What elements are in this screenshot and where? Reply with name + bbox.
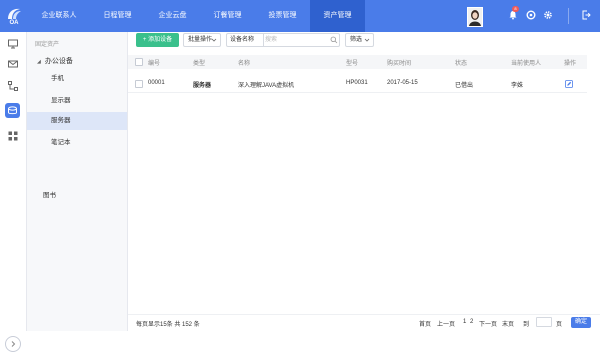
- cell-name: 深入理解JAVA虚拟机: [238, 83, 295, 89]
- asset-module-icon[interactable]: [5, 103, 20, 118]
- next-page-link[interactable]: 下一页: [479, 319, 497, 328]
- sidebar-item-books[interactable]: 图书: [43, 189, 56, 199]
- filter-dropdown[interactable]: 筛选: [345, 33, 374, 47]
- row-checkbox[interactable]: [135, 80, 143, 88]
- apps-grid-icon[interactable]: [7, 130, 19, 142]
- divider: [568, 8, 569, 24]
- column-header: 编号: [148, 61, 161, 67]
- edit-icon[interactable]: [565, 80, 573, 88]
- chevron-down-icon: [364, 38, 370, 42]
- page-size-info: 每页显示15条 共 152 条: [136, 322, 200, 328]
- column-header: 型号: [346, 61, 359, 67]
- cell-id: 00001: [148, 80, 165, 86]
- search-icon[interactable]: [330, 36, 338, 44]
- page-number-input[interactable]: [536, 317, 552, 327]
- column-header: 名称: [238, 61, 251, 67]
- table-header: 编号 类型 名称 型号 购买时间 状态 当前使用人 操作: [128, 55, 587, 69]
- page-2-link[interactable]: 2: [470, 319, 473, 325]
- column-header: 当前使用人: [511, 61, 542, 67]
- gear-icon[interactable]: [543, 10, 553, 20]
- nav-item-contacts[interactable]: 企业联系人: [28, 0, 90, 32]
- mail-icon[interactable]: [7, 58, 19, 70]
- sidebar-item-server[interactable]: 服务器: [27, 112, 127, 130]
- page-1-link[interactable]: 1: [463, 319, 466, 325]
- sidebar-item-monitor[interactable]: 显示器: [27, 92, 127, 110]
- expand-sidebar-button[interactable]: [5, 336, 21, 352]
- goto-label: 到: [523, 322, 530, 328]
- cell-purchase-date: 2017-05-15: [387, 80, 418, 86]
- nav-item-voting[interactable]: 投票管理: [255, 0, 310, 32]
- page-unit-label: 页: [556, 322, 563, 328]
- select-all-checkbox[interactable]: [135, 58, 143, 66]
- column-header: 状态: [455, 61, 468, 67]
- avatar-image: [468, 8, 482, 26]
- asset-category-sidebar: 固定资产 ◢ 办公设备 手机 显示器 服务器 笔记本 图书: [27, 32, 128, 331]
- app-logo[interactable]: OA: [0, 0, 28, 32]
- nav-item-meal-ordering[interactable]: 订餐管理: [200, 0, 255, 32]
- device-search: 设备名称: [226, 33, 340, 47]
- caret-down-icon: ◢: [37, 59, 41, 65]
- table-footer: 每页显示15条 共 152 条 首页 上一页 1 2 下一页 末页 到 页 确定: [128, 314, 600, 332]
- database-icon: [8, 106, 17, 115]
- column-header: 操作: [564, 61, 577, 67]
- column-header: 购买时间: [387, 61, 412, 67]
- nav-item-cloud-drive[interactable]: 企业云盘: [145, 0, 200, 32]
- divider: [263, 34, 264, 46]
- prev-page-link[interactable]: 上一页: [437, 319, 455, 328]
- last-page-link[interactable]: 末页: [502, 319, 514, 328]
- avatar[interactable]: [467, 7, 483, 27]
- search-field-label: 设备名称: [230, 37, 255, 43]
- batch-actions-label: 批量操作: [188, 37, 213, 43]
- chevron-right-icon: [11, 341, 16, 347]
- status-icon[interactable]: [526, 10, 536, 20]
- cell-status: 已借出: [455, 83, 474, 89]
- search-input[interactable]: [265, 35, 325, 45]
- cell-model: HP0031: [346, 80, 368, 86]
- confirm-page-button[interactable]: 确定: [571, 317, 591, 328]
- notification-badge: 8: [512, 6, 519, 12]
- chevron-down-icon: [211, 38, 217, 42]
- column-header: 类型: [193, 61, 206, 67]
- batch-actions-dropdown[interactable]: 批量操作: [183, 33, 221, 47]
- icon-rail: [0, 32, 27, 352]
- nav-item-schedule[interactable]: 日程管理: [90, 0, 145, 32]
- sidebar-item-phone[interactable]: 手机: [27, 70, 127, 88]
- top-bar: OA 企业联系人 日程管理 企业云盘 订餐管理 投票管理 资产管理 8: [0, 0, 600, 32]
- logo-text: OA: [9, 19, 19, 26]
- logout-icon[interactable]: [581, 10, 591, 20]
- monitor-icon[interactable]: [7, 38, 19, 50]
- cell-current-user: 李姝: [511, 83, 524, 89]
- filter-label: 筛选: [350, 37, 363, 43]
- sidebar-category-label: 办公设备: [44, 58, 73, 65]
- main-nav: 企业联系人 日程管理 企业云盘 订餐管理 投票管理 资产管理: [28, 0, 365, 32]
- cell-type: 服务器: [193, 83, 212, 89]
- add-device-button[interactable]: + 添加设备: [136, 33, 179, 47]
- org-tree-icon[interactable]: [7, 80, 19, 92]
- nav-item-assets[interactable]: 资产管理: [310, 0, 365, 32]
- logo-icon: [8, 8, 21, 19]
- table-row[interactable]: 00001 服务器 深入理解JAVA虚拟机 HP0031 2017-05-15 …: [128, 76, 587, 93]
- sidebar-item-laptop[interactable]: 笔记本: [27, 134, 127, 152]
- first-page-link[interactable]: 首页: [419, 319, 431, 328]
- sidebar-group-title: 固定资产: [35, 42, 60, 48]
- sidebar-category-office-equipment[interactable]: ◢ 办公设备: [37, 56, 73, 66]
